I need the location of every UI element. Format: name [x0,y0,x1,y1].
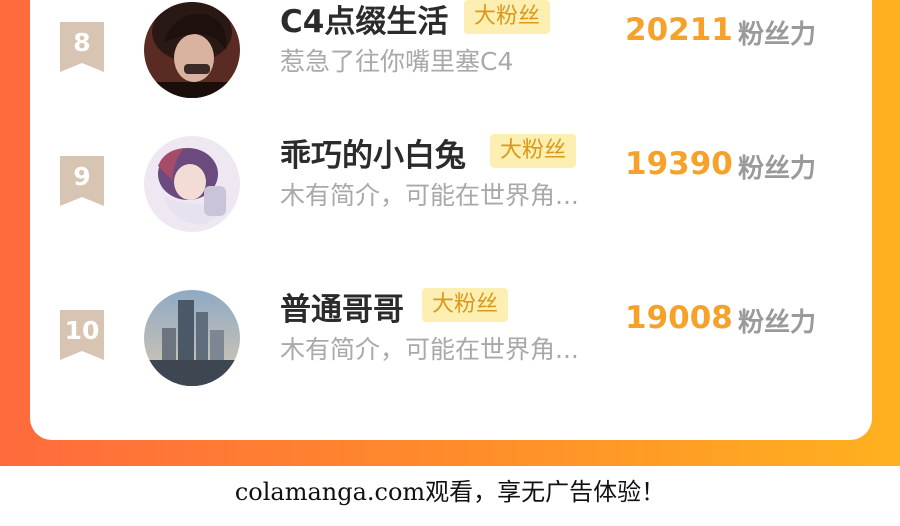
ranking-row-9[interactable]: 9 乖巧的小白兔 大粉丝 木有简介，可能在世界角... 19390 粉丝力 [30,134,872,276]
fan-score-label: 粉丝力 [738,308,817,338]
ranking-row-8[interactable]: 8 C4点缀生活 大粉丝 惹急了往你嘴里塞C4 20211 粉丝力 [30,0,872,142]
avatar[interactable] [144,136,240,232]
fan-score-label: 粉丝力 [738,20,817,50]
fan-score: 19008 [625,300,733,336]
ranking-row-10[interactable]: 10 普通哥哥 大粉丝 木有简介，可能在世界角... 19008 粉丝力 [30,288,872,430]
fan-badge: 大粉丝 [490,134,577,168]
user-name[interactable]: 普通哥哥 [280,284,404,329]
user-bio: 木有简介，可能在世界角... [280,181,579,210]
rank-ribbon: 10 [60,310,104,360]
rank-ribbon: 9 [60,156,104,206]
user-name[interactable]: 乖巧的小白兔 [280,130,466,175]
fan-score: 19390 [625,146,733,182]
dark-haired-boy-avatar-icon [144,2,240,98]
fan-badge: 大粉丝 [464,0,551,34]
watermark-footer: colamanga.com观看，享无广告体验！ [234,478,666,506]
avatar[interactable] [144,2,240,98]
rank-ribbon: 8 [60,22,104,72]
fan-score: 20211 [625,12,733,48]
avatar[interactable] [144,290,240,386]
user-name[interactable]: C4点缀生活 [280,0,448,41]
user-bio: 惹急了往你嘴里塞C4 [280,47,514,76]
city-skyline-avatar-icon [144,290,240,386]
user-bio: 木有简介，可能在世界角... [280,335,579,364]
fan-ranking-card: 8 C4点缀生活 大粉丝 惹急了往你嘴里塞C4 20211 粉丝力 9 乖巧的小… [30,0,872,440]
fan-badge: 大粉丝 [422,288,509,322]
anime-girl-avatar-icon [144,136,240,232]
fan-score-label: 粉丝力 [738,154,817,184]
